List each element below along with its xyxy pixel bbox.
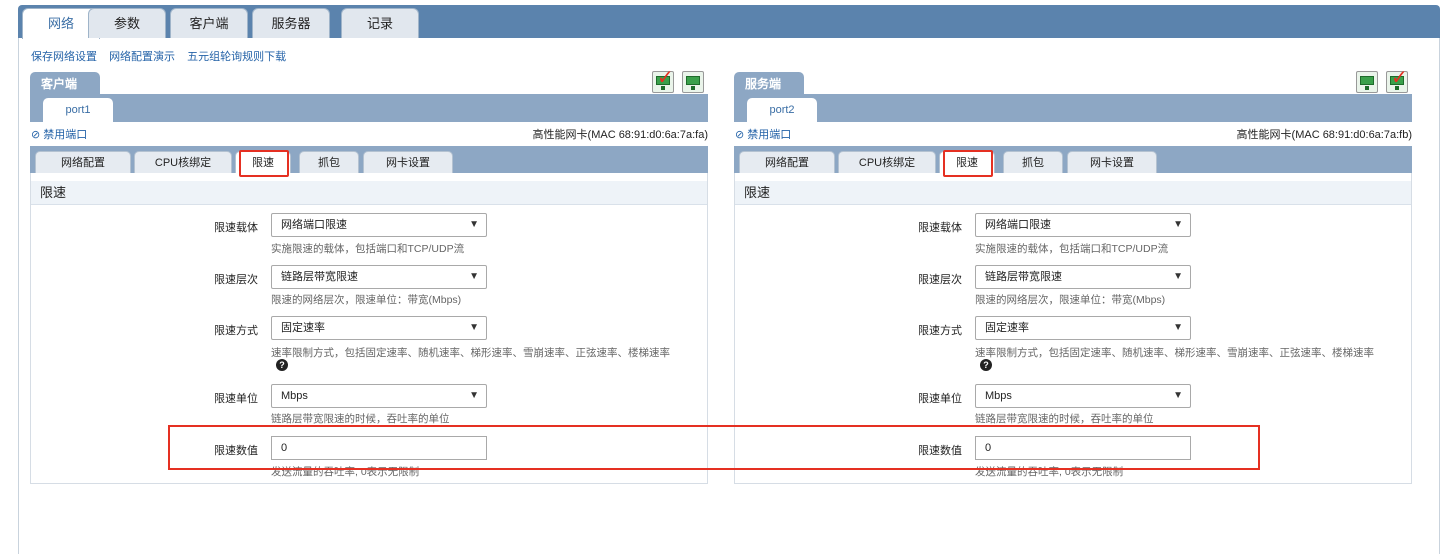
section-title: 限速 — [735, 181, 1411, 205]
field-hint: 速率限制方式，包括固定速率、随机速率、梯形速率、雪崩速率、正弦速率、楼梯速率 — [271, 347, 670, 359]
chevron-down-icon: ▼ — [469, 322, 479, 333]
tuple-rule-download-link[interactable]: 五元组轮询规则下载 — [187, 51, 286, 63]
checkmark-icon[interactable]: ✓ — [1386, 67, 1408, 93]
subtab-network-config[interactable]: 网络配置 — [35, 151, 131, 173]
save-network-link[interactable]: 保存网络设置 — [31, 51, 97, 63]
role-tab-server[interactable]: 服务端 — [734, 72, 804, 96]
port-tab[interactable]: port2 — [747, 98, 817, 122]
select-value: 固定速率 — [985, 322, 1029, 334]
field-label: 限速方式 — [918, 325, 962, 337]
chevron-down-icon: ▼ — [1173, 219, 1183, 230]
chevron-down-icon: ▼ — [469, 219, 479, 230]
field-hint: 限速的网络层次，限速单位：带宽(Mbps) — [975, 294, 1166, 306]
ban-icon: ⊘ — [31, 129, 41, 141]
action-links: 保存网络设置 网络配置演示 五元组轮询规则下载 — [31, 48, 295, 64]
subtab-capture[interactable]: 抓包 — [1003, 151, 1063, 173]
subtab-cpu-binding[interactable]: CPU核绑定 — [838, 151, 936, 173]
nic-info: 高性能网卡(MAC 68:91:d0:6a:7a:fb) — [1236, 129, 1412, 141]
chevron-down-icon: ▼ — [1173, 271, 1183, 282]
disable-port-label: 禁用端口 — [43, 129, 88, 141]
ban-icon: ⊘ — [735, 129, 745, 141]
subtab-cpu-binding[interactable]: CPU核绑定 — [134, 151, 232, 173]
server-panel: 服务端 port2 ✓ ⊘ 禁用端口 高性能网卡(MAC 68:91:d0:6a… — [734, 67, 1412, 484]
subtab-nic-settings[interactable]: 网卡设置 — [1067, 151, 1157, 173]
frame-right-border — [1439, 38, 1440, 554]
network-demo-link[interactable]: 网络配置演示 — [109, 51, 175, 63]
nic-info: 高性能网卡(MAC 68:91:d0:6a:7a:fa) — [532, 129, 708, 141]
carrier-select[interactable]: 网络端口限速 ▼ — [271, 213, 487, 237]
tab-params[interactable]: 参数 — [88, 8, 166, 38]
role-bar — [734, 94, 1412, 122]
network-monitor-icon[interactable] — [682, 71, 704, 93]
field-label: 限速层次 — [918, 274, 962, 286]
subtab-capture[interactable]: 抓包 — [299, 151, 359, 173]
field-hint: 链路层带宽限速的时候，吞吐率的单位 — [975, 413, 1154, 425]
carrier-select[interactable]: 网络端口限速 ▼ — [975, 213, 1191, 237]
tab-log[interactable]: 记录 — [341, 8, 419, 38]
question-icon[interactable]: ? — [276, 359, 288, 371]
mode-select[interactable]: 固定速率 ▼ — [975, 316, 1191, 340]
select-value: 网络端口限速 — [281, 219, 347, 231]
field-label: 限速层次 — [214, 274, 258, 286]
field-hint: 限速的网络层次，限速单位：带宽(Mbps) — [271, 294, 462, 306]
select-value: 固定速率 — [281, 322, 325, 334]
field-label: 限速单位 — [214, 393, 258, 405]
chevron-down-icon: ▼ — [1173, 390, 1183, 401]
field-label: 限速方式 — [214, 325, 258, 337]
check-mark: ✓ — [657, 67, 674, 89]
disable-port-label: 禁用端口 — [747, 129, 792, 141]
role-tab-client[interactable]: 客户端 — [30, 72, 100, 96]
subtab-network-config[interactable]: 网络配置 — [739, 151, 835, 173]
section-title: 限速 — [31, 181, 707, 205]
unit-select[interactable]: Mbps ▼ — [975, 384, 1191, 408]
unit-select[interactable]: Mbps ▼ — [271, 384, 487, 408]
field-label: 限速载体 — [918, 222, 962, 234]
layer-select[interactable]: 链路层带宽限速 ▼ — [975, 265, 1191, 289]
role-bar — [30, 94, 708, 122]
select-value: 网络端口限速 — [985, 219, 1051, 231]
field-hint: 链路层带宽限速的时候，吞吐率的单位 — [271, 413, 450, 425]
disable-port-link[interactable]: ⊘ 禁用端口 — [31, 126, 87, 142]
chevron-down-icon: ▼ — [1173, 322, 1183, 333]
field-label: 限速载体 — [214, 222, 258, 234]
monitor-shape — [686, 76, 700, 85]
disable-port-link[interactable]: ⊘ 禁用端口 — [735, 126, 791, 142]
tab-client[interactable]: 客户端 — [170, 8, 248, 38]
checkmark-icon[interactable]: ✓ — [652, 67, 674, 93]
frame-left-border — [18, 38, 19, 554]
mode-select[interactable]: 固定速率 ▼ — [271, 316, 487, 340]
select-value: Mbps — [985, 390, 1012, 402]
select-value: 链路层带宽限速 — [281, 271, 358, 283]
field-hint: 实施限速的载体，包括端口和TCP/UDP流 — [271, 243, 465, 255]
select-value: 链路层带宽限速 — [985, 271, 1062, 283]
rate-value-highlight — [168, 425, 1260, 470]
client-panel: 客户端 port1 ✓ ⊘ 禁用端口 高性能网卡(MAC 68:91:d0:6a… — [30, 67, 708, 484]
tab-server[interactable]: 服务器 — [252, 8, 330, 38]
chevron-down-icon: ▼ — [469, 390, 479, 401]
field-hint: 速率限制方式，包括固定速率、随机速率、梯形速率、雪崩速率、正弦速率、楼梯速率 — [975, 347, 1374, 359]
check-mark: ✓ — [1391, 67, 1408, 89]
layer-select[interactable]: 链路层带宽限速 ▼ — [271, 265, 487, 289]
network-monitor-icon[interactable] — [1356, 71, 1378, 93]
port-tab[interactable]: port1 — [43, 98, 113, 122]
subtab-nic-settings[interactable]: 网卡设置 — [363, 151, 453, 173]
monitor-foot — [1365, 86, 1369, 90]
monitor-shape — [1360, 76, 1374, 85]
chevron-down-icon: ▼ — [469, 271, 479, 282]
field-label: 限速单位 — [918, 393, 962, 405]
field-hint: 实施限速的载体，包括端口和TCP/UDP流 — [975, 243, 1169, 255]
monitor-foot — [691, 86, 695, 90]
select-value: Mbps — [281, 390, 308, 402]
question-icon[interactable]: ? — [980, 359, 992, 371]
